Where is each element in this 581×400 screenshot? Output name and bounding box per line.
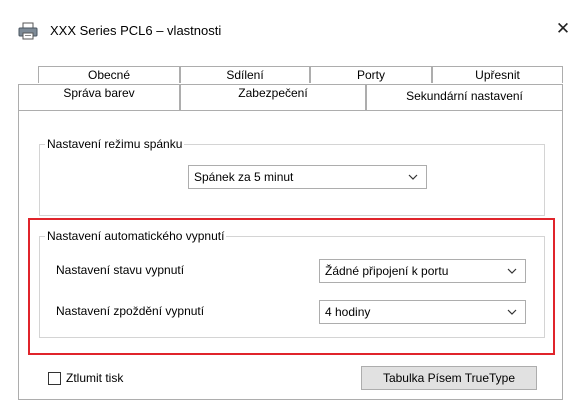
tab-sekundarni-nastaveni[interactable]: Sekundární nastavení xyxy=(366,84,563,110)
window-title: XXX Series PCL6 – vlastnosti xyxy=(50,23,222,38)
printer-icon xyxy=(18,22,38,40)
sleep-select[interactable]: Spánek za 5 minut xyxy=(188,165,427,189)
tab-porty[interactable]: Porty xyxy=(310,66,432,83)
tab-sdileni[interactable]: Sdílení xyxy=(180,66,310,83)
off-state-label: Nastavení stavu vypnutí xyxy=(56,263,185,277)
sleep-select-value: Spánek za 5 minut xyxy=(194,170,294,184)
mute-print-label[interactable]: Ztlumit tisk xyxy=(66,371,123,385)
mute-print-checkbox[interactable] xyxy=(48,372,61,385)
tab-obecne[interactable]: Obecné xyxy=(38,66,180,83)
off-state-select-value: Žádné připojení k portu xyxy=(325,264,449,278)
sleep-group-legend: Nastavení režimu spánku xyxy=(45,137,185,151)
off-delay-select[interactable]: 4 hodiny xyxy=(319,300,526,324)
close-icon: ✕ xyxy=(555,19,571,38)
off-state-select[interactable]: Žádné připojení k portu xyxy=(319,259,526,283)
title-bar: XXX Series PCL6 – vlastnosti ✕ xyxy=(0,0,581,52)
tab-zabezpeceni[interactable]: Zabezpečení xyxy=(180,84,366,110)
off-delay-select-value: 4 hodiny xyxy=(325,305,371,319)
chevron-down-icon xyxy=(408,174,418,180)
tab-upresnit[interactable]: Upřesnit xyxy=(432,66,563,83)
chevron-down-icon xyxy=(507,309,517,315)
tab-sprava-barev[interactable]: Správa barev xyxy=(18,84,180,110)
off-delay-label: Nastavení zpoždění vypnutí xyxy=(56,304,205,318)
auto-off-group-legend: Nastavení automatického vypnutí xyxy=(45,229,227,243)
chevron-down-icon xyxy=(507,268,517,274)
tab-panel: Nastavení režimu spánku Spánek za 5 minu… xyxy=(18,110,563,400)
close-button[interactable]: ✕ xyxy=(548,14,578,44)
truetype-table-button[interactable]: Tabulka Písem TrueType xyxy=(361,366,537,390)
